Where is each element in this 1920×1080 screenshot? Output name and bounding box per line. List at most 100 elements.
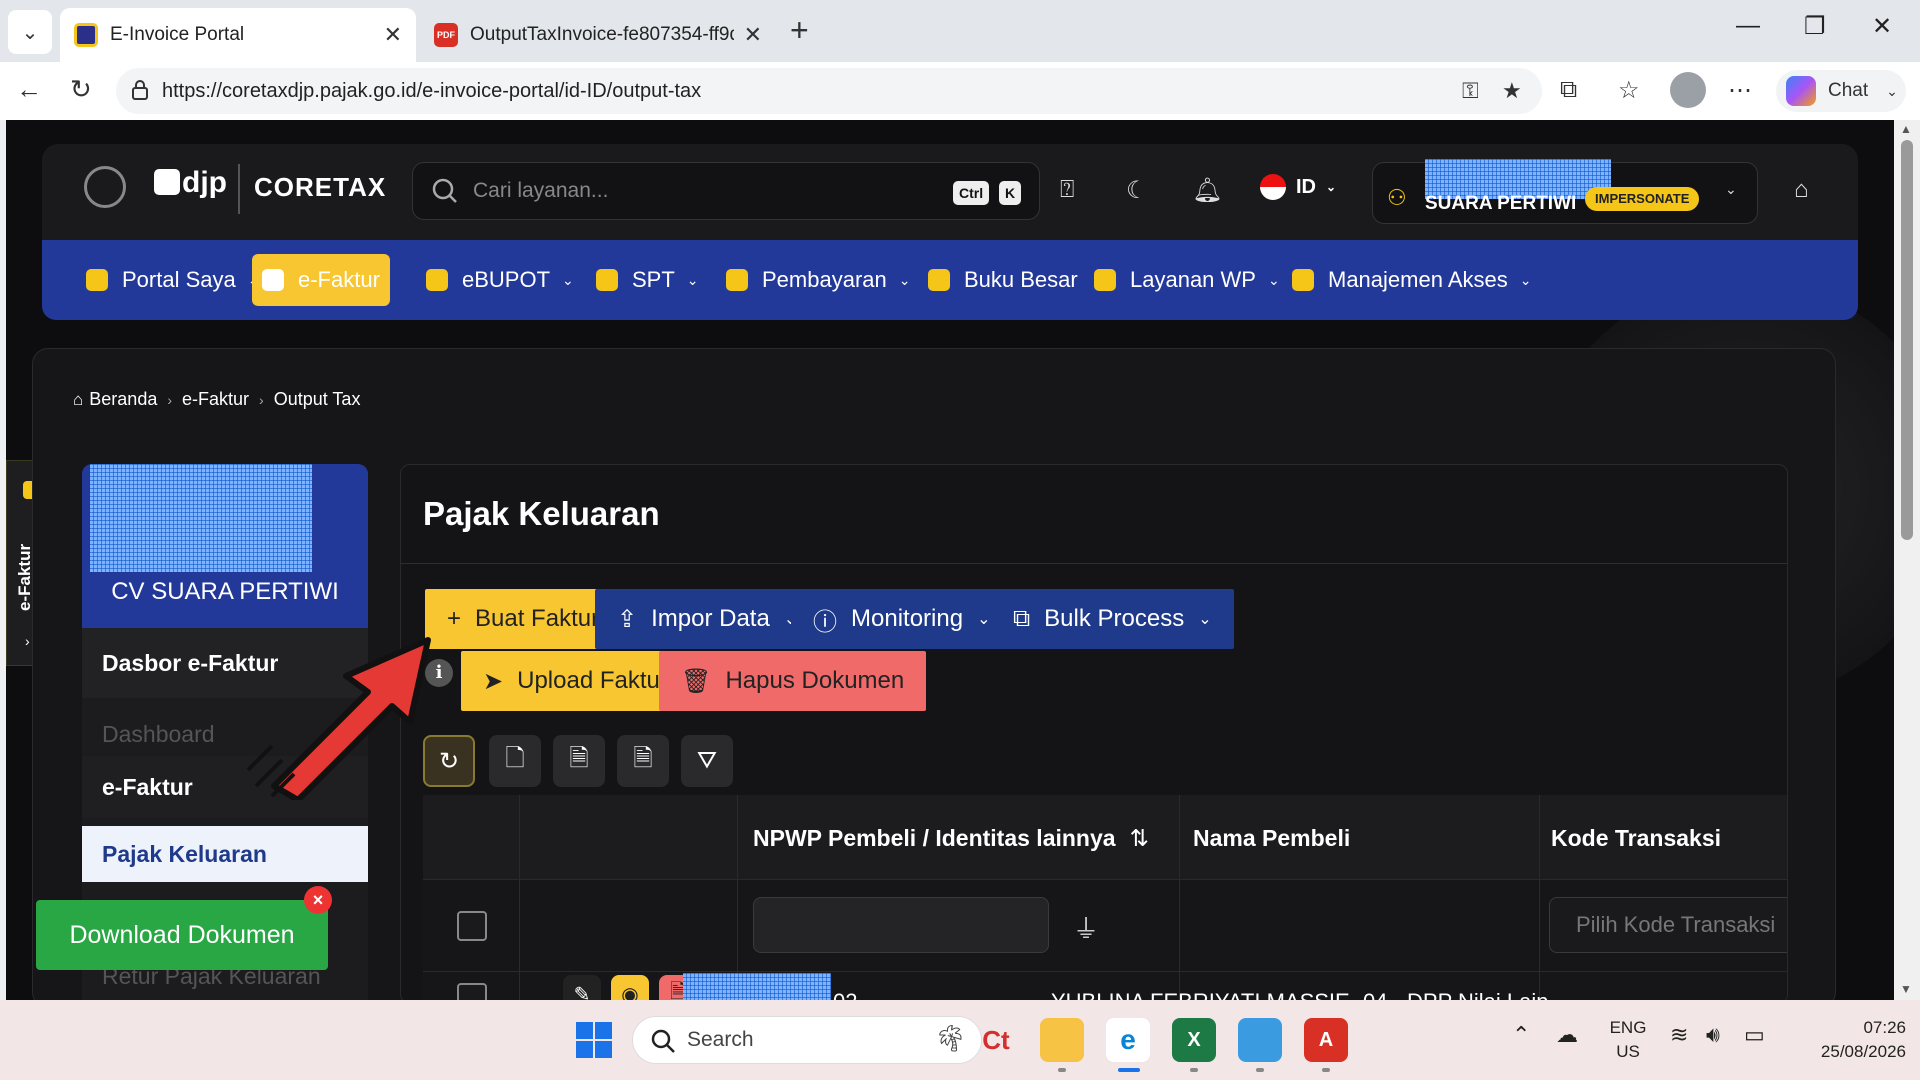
coretax-app-icon[interactable]: Ct [974, 1018, 1018, 1062]
edge-browser-icon[interactable]: e [1106, 1018, 1150, 1062]
breadcrumb-e-faktur[interactable]: e-Faktur [182, 389, 249, 410]
upload-icon: ⇪ [617, 605, 638, 633]
sidebar-item-pajak-keluaran[interactable]: Pajak Keluaran [82, 826, 368, 882]
nav-buku-besar[interactable]: Buku Besar [918, 254, 1088, 306]
scroll-up-icon[interactable]: ▲ [1900, 122, 1912, 136]
chevron-up-icon[interactable]: ⌃ [1512, 1022, 1530, 1048]
photos-icon[interactable] [1238, 1018, 1282, 1062]
close-icon[interactable]: × [304, 886, 332, 914]
kode-transaksi-cell: 04 - DPP Nilai Lain [1363, 989, 1787, 1000]
npwp-filter-input[interactable] [753, 897, 1049, 953]
row-checkbox[interactable] [457, 983, 487, 1000]
browser-tab-pdf[interactable]: PDF OutputTaxInvoice-fe807354-ff9d-4 ✕ [420, 8, 776, 62]
stop-button[interactable]: ◉ [611, 975, 649, 1000]
nav-spt[interactable]: SPT ⌄ [586, 254, 709, 306]
column-header-nama-pembeli[interactable]: Nama Pembeli [1193, 825, 1350, 852]
filter-icon[interactable]: ⏚ [1073, 909, 1099, 946]
scrollbar-thumb[interactable] [1901, 140, 1913, 540]
reload-button[interactable]: ↻ [70, 74, 92, 105]
bulk-process-button[interactable]: ⧉ Bulk Process ⌄ [991, 589, 1234, 649]
lock-icon [132, 80, 148, 100]
address-bar[interactable]: https://coretaxdjp.pajak.go.id/e-invoice… [116, 68, 1542, 114]
column-header-kode-transaksi[interactable]: Kode Transaksi [1551, 825, 1721, 852]
kode-transaksi-select[interactable]: Pilih Kode Transaksi [1549, 897, 1787, 953]
language-label: ENG [1609, 1018, 1647, 1037]
close-tab-icon[interactable]: ✕ [744, 22, 762, 48]
app-running-indicator [1256, 1068, 1264, 1072]
back-button[interactable]: ← [16, 74, 42, 105]
app-running-indicator [1058, 1068, 1066, 1072]
file-explorer-icon[interactable] [1040, 1018, 1084, 1062]
key-icon[interactable]: ⚿ [1462, 78, 1479, 104]
redacted-logo [90, 464, 312, 572]
notification-bell-icon[interactable]: 🔔︎ [1192, 176, 1222, 205]
select-all-checkbox[interactable] [457, 911, 487, 941]
column-divider [1179, 795, 1180, 1000]
buat-faktur-button[interactable]: + Buat Faktur [425, 589, 622, 649]
breadcrumb: ⌂ Beranda › e-Faktur › Output Tax [73, 389, 361, 410]
more-options-icon[interactable]: ⋯ [1728, 76, 1752, 105]
export-excel-button[interactable]: 🗎 [553, 735, 605, 787]
browser-toolbar: ← ↻ https://coretaxdjp.pajak.go.id/e-inv… [0, 62, 1920, 120]
nav-pembayaran[interactable]: Pembayaran ⌄ [716, 254, 920, 306]
taskbar-search[interactable]: Search 🌴︎ [632, 1016, 982, 1064]
time-label: 07:26 [1863, 1018, 1906, 1037]
windows-start-icon[interactable] [574, 1020, 614, 1060]
column-header-npwp[interactable]: NPWP Pembeli / Identitas lainnya ⇅ [753, 825, 1149, 852]
language-selector[interactable]: ID ⌄ [1260, 174, 1336, 200]
cloud-icon[interactable]: ☁ [1556, 1022, 1578, 1048]
volume-icon[interactable]: 🔊︎ [1706, 1022, 1720, 1048]
nav-e-faktur[interactable]: e-Faktur [252, 254, 390, 306]
browser-tab-einvoice[interactable]: E-Invoice Portal ✕ [60, 8, 416, 62]
profile-avatar[interactable] [1670, 72, 1706, 108]
tab-actions-button[interactable]: ⌄ [8, 10, 52, 54]
monitoring-button[interactable]: ⓘ Monitoring ⌄ [791, 589, 1013, 649]
wifi-icon[interactable]: ≋ [1670, 1022, 1688, 1048]
extensions-icon[interactable]: ⧉ [1560, 76, 1577, 104]
export-document-button[interactable]: 🗋 [489, 735, 541, 787]
app-running-indicator [1190, 1068, 1198, 1072]
close-tab-icon[interactable]: ✕ [384, 22, 402, 48]
company-name: CV SUARA PERTIWI [111, 578, 339, 605]
minimize-icon[interactable]: — [1736, 12, 1760, 40]
sort-icon[interactable]: ⇅ [1130, 825, 1149, 851]
send-icon: ➤ [483, 667, 504, 695]
restore-icon[interactable]: ❐ [1804, 12, 1826, 41]
download-dokumen-button[interactable]: Download Dokumen [36, 900, 328, 970]
user-profile-menu[interactable]: ⚇ SUARA PERTIWI IMPERSONATE ⌄ [1372, 159, 1758, 224]
nav-manajemen-akses[interactable]: Manajemen Akses ⌄ [1282, 254, 1542, 306]
favorites-icon[interactable]: ☆ [1618, 76, 1640, 105]
dark-mode-icon[interactable]: ☾ [1126, 176, 1148, 205]
edit-button[interactable]: ✎ [563, 975, 601, 1000]
favorite-star-icon[interactable]: ★ [1502, 78, 1522, 104]
copilot-chat-button[interactable]: Chat ⌄ [1776, 70, 1906, 112]
page-scrollbar[interactable]: ▲ ▼ [1894, 120, 1920, 1000]
page-viewport: djp CORETAX Cari layanan... Ctrl K ⍰ ☾ 🔔… [6, 120, 1894, 1000]
input-language[interactable]: ENG US [1604, 1016, 1652, 1064]
faktur-icon [262, 269, 284, 291]
help-icon[interactable]: ⍰ [1060, 176, 1074, 204]
chevron-down-icon: ⌄ [562, 271, 574, 288]
impor-data-button[interactable]: ⇪Impor Data⌄ [595, 589, 820, 649]
pdf-favicon-icon: PDF [434, 23, 458, 47]
scroll-down-icon[interactable]: ▼ [1900, 982, 1912, 996]
upload-faktur-button[interactable]: ➤ Upload Faktur [461, 651, 690, 711]
excel-icon[interactable]: X [1172, 1018, 1216, 1062]
chevron-down-icon: ⌄ [1519, 271, 1532, 288]
nav-layanan-wp[interactable]: Layanan WP ⌄ [1084, 254, 1290, 306]
export-pdf-button[interactable]: 🗎 [617, 735, 669, 787]
battery-icon[interactable]: ▭ [1744, 1022, 1765, 1048]
acrobat-icon[interactable]: A [1304, 1018, 1348, 1062]
clear-filter-button[interactable]: ⛛ [681, 735, 733, 787]
service-search-input[interactable]: Cari layanan... Ctrl K [412, 162, 1040, 220]
new-tab-button[interactable]: + [790, 12, 809, 49]
breadcrumb-beranda[interactable]: Beranda [89, 389, 157, 410]
hapus-dokumen-button[interactable]: 🗑︎ Hapus Dokumen [659, 651, 927, 711]
nav-ebupot[interactable]: eBUPOT ⌄ [416, 254, 584, 306]
clock[interactable]: 07:26 25/08/2026 [1790, 1016, 1906, 1064]
tab-title: OutputTaxInvoice-fe807354-ff9d-4 [470, 24, 734, 45]
close-window-icon[interactable]: ✕ [1872, 12, 1892, 41]
nav-portal-saya[interactable]: Portal Saya⌄ [76, 254, 269, 306]
home-icon[interactable]: ⌂ [1794, 176, 1809, 204]
redacted-npwp [683, 973, 831, 1000]
